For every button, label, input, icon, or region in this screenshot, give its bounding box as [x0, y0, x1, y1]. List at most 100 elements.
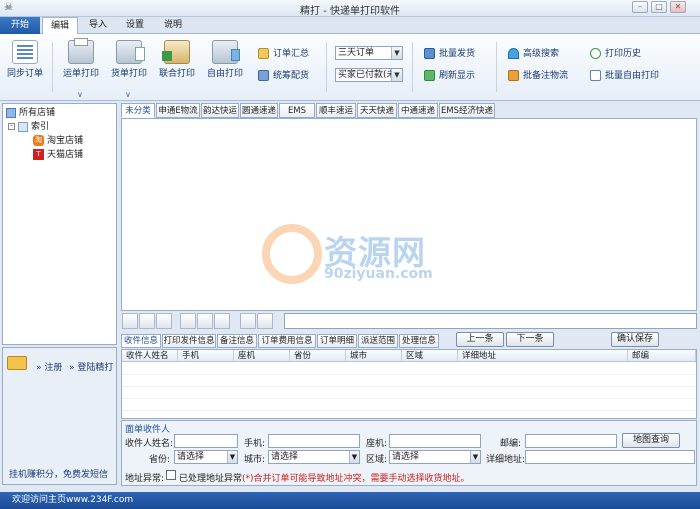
province-select[interactable]: 请选择 ▼ [174, 450, 238, 464]
tree-index[interactable]: - 索引 [8, 121, 49, 134]
area-label: 区域: [366, 455, 388, 465]
form-group-title: 面单收件人 [125, 425, 171, 435]
area-select[interactable]: 请选择 ▼ [389, 450, 481, 464]
sync-orders-button[interactable]: 同步订单 [4, 38, 46, 79]
search-input[interactable] [284, 313, 697, 329]
register-link[interactable]: » 注册 [36, 360, 62, 373]
tab-sender-info[interactable]: 打印发件信息 [162, 334, 216, 348]
refresh-icon [424, 70, 435, 81]
filter-icon[interactable] [240, 313, 256, 329]
chevron-down-icon[interactable]: ∨ [125, 90, 131, 99]
combined-print-button[interactable]: 联合打印 [156, 38, 198, 79]
tab-zto[interactable]: 中通速递 [398, 103, 438, 118]
batch-remark-button[interactable]: 批备注物流 [508, 69, 568, 83]
column-header[interactable]: 城市 [346, 350, 402, 362]
menu-bar: 开始 编辑 导入 设置 说明 [0, 17, 700, 35]
receiver-grid: 收件人姓名 手机 座机 省份 城市 区域 详细地址 邮编 [121, 349, 697, 419]
tree-taobao-shop[interactable]: 淘淘宝店铺 [33, 135, 83, 148]
tree-root[interactable]: 所有店铺 [6, 107, 55, 120]
name-input[interactable] [174, 434, 238, 448]
column-header[interactable]: 座机 [234, 350, 290, 362]
column-header[interactable]: 详细地址 [458, 350, 628, 362]
tab-yunda[interactable]: 韵达快运 [201, 103, 239, 118]
column-header[interactable]: 区域 [402, 350, 458, 362]
chevron-down-icon[interactable]: ∨ [77, 90, 83, 99]
tab-tiantian[interactable]: 天天快递 [357, 103, 397, 118]
invert-select-icon[interactable] [197, 313, 213, 329]
maximize-icon[interactable]: □ [651, 1, 667, 13]
login-link[interactable]: » 登陆精打 [69, 360, 113, 373]
tab-sf[interactable]: 顺丰速运 [316, 103, 356, 118]
printer-icon [162, 40, 190, 64]
prev-page-icon[interactable] [139, 313, 155, 329]
address-label: 详细地址: [486, 455, 526, 465]
first-icon[interactable] [122, 313, 138, 329]
minimize-icon[interactable]: – [632, 1, 648, 13]
select-all-icon[interactable] [180, 313, 196, 329]
period-select[interactable]: 三天订单 ▼ [335, 46, 403, 60]
batch-ship-button[interactable]: 批量发货 [424, 47, 475, 61]
mobile-label: 手机: [244, 439, 266, 449]
column-header[interactable]: 邮编 [628, 350, 696, 362]
order-list[interactable] [121, 118, 697, 311]
tab-sto[interactable]: 申通E物流 [156, 103, 200, 118]
batch-free-print-button[interactable]: 批量自由打印 [590, 69, 659, 83]
column-header[interactable]: 省份 [290, 350, 346, 362]
tab-yto[interactable]: 圆通速递 [240, 103, 278, 118]
advanced-search-button[interactable]: 高级搜索 [508, 47, 559, 61]
menu-import[interactable]: 导入 [84, 17, 112, 34]
menu-help[interactable]: 说明 [159, 17, 187, 34]
tab-receiver-info[interactable]: 收件信息 [121, 334, 161, 348]
column-header[interactable]: 收件人姓名 [122, 350, 178, 362]
menu-edit[interactable]: 编辑 [42, 17, 78, 35]
order-summary-button[interactable]: 订单汇总 [258, 47, 309, 61]
close-icon[interactable]: ✕ [670, 1, 686, 13]
ribbon-separator [496, 42, 497, 92]
print-history-button[interactable]: 打印历史 [590, 47, 641, 61]
goods-print-button[interactable]: 货单打印 [108, 38, 150, 79]
phone-input[interactable] [389, 434, 481, 448]
collapse-icon[interactable]: - [8, 123, 15, 130]
tab-ems[interactable]: EMS [279, 103, 315, 118]
refresh-button[interactable]: 刷新显示 [424, 69, 475, 83]
free-print-button[interactable]: 自由打印 [204, 38, 246, 79]
printer-icon [68, 38, 94, 64]
tab-remark-info[interactable]: 备注信息 [217, 334, 257, 348]
clock-icon [590, 48, 601, 59]
city-select[interactable]: 请选择 ▼ [268, 450, 360, 464]
address-input[interactable] [525, 450, 695, 464]
grid-line [122, 386, 696, 387]
tab-unclassified[interactable]: 未分类 [121, 103, 155, 118]
tree-tmall-shop[interactable]: T 天猫店铺 [33, 149, 83, 162]
earn-points-link[interactable]: 挂机赚积分，免费发短信 [9, 467, 108, 480]
next-record-button[interactable]: 下一条 [506, 332, 554, 347]
clear-select-icon[interactable] [214, 313, 230, 329]
menu-settings[interactable]: 设置 [121, 17, 149, 34]
next-page-icon[interactable] [156, 313, 172, 329]
map-query-button[interactable]: 地图查询 [622, 433, 680, 448]
tab-process-info[interactable]: 处理信息 [399, 334, 439, 348]
ship-icon [424, 48, 435, 59]
confirm-save-button[interactable]: 确认保存 [611, 332, 659, 347]
mobile-input[interactable] [268, 434, 360, 448]
pay-status-select[interactable]: 买家已付款(未 ▼ [335, 68, 403, 82]
name-label: 收件人姓名: [125, 439, 174, 449]
zip-label: 邮编: [500, 439, 522, 449]
tab-ems-economy[interactable]: EMS经济快递 [439, 103, 495, 118]
column-header[interactable]: 手机 [178, 350, 234, 362]
menu-start[interactable]: 开始 [0, 17, 40, 34]
processed-checkbox[interactable] [166, 470, 176, 480]
carrier-tabs: 未分类 申通E物流 韵达快运 圆通速递 EMS 顺丰速运 天天快递 中通速递 E… [121, 103, 697, 118]
tab-order-detail[interactable]: 订单明细 [317, 334, 357, 348]
export-icon[interactable] [257, 313, 273, 329]
waybill-print-button[interactable]: 运单打印 [60, 38, 102, 79]
watermark-url: 90ziyuan.com [324, 266, 433, 282]
title-bar: ☠ 精打 - 快递单打印软件 – □ ✕ [0, 0, 700, 17]
zip-input[interactable] [525, 434, 617, 448]
tab-delivery-range[interactable]: 派送范围 [358, 334, 398, 348]
printer-icon [212, 40, 240, 64]
tab-fee-info[interactable]: 订单费用信息 [258, 334, 316, 348]
ribbon-separator [52, 42, 53, 92]
prev-record-button[interactable]: 上一条 [456, 332, 504, 347]
stats-button[interactable]: 统筹配货 [258, 69, 309, 83]
